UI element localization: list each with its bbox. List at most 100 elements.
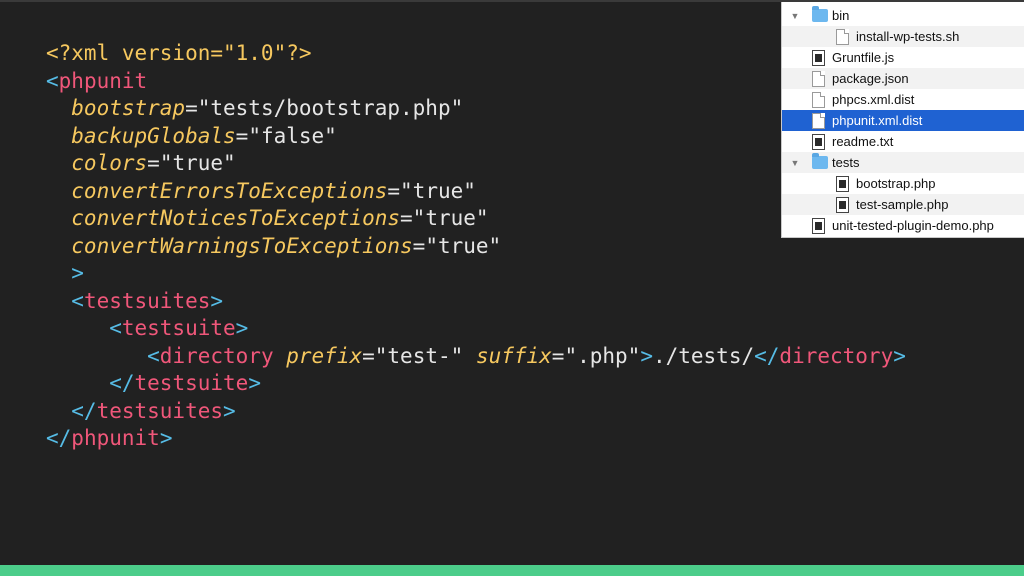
document-icon bbox=[812, 92, 825, 108]
code-token: testsuites bbox=[96, 398, 224, 423]
file-tree-panel: ▼ bin install-wp-tests.sh Gruntfile.js packa… bbox=[781, 2, 1024, 238]
code-token: testsuite bbox=[134, 371, 249, 395]
code-line: > bbox=[46, 260, 906, 288]
code-token: </ bbox=[754, 343, 780, 368]
file-tree-row[interactable]: ▼ tests bbox=[782, 152, 1024, 173]
code-token: < bbox=[46, 288, 84, 313]
code-token: ".php" bbox=[564, 343, 641, 368]
code-token: = bbox=[400, 206, 413, 230]
code-token: </ bbox=[46, 426, 72, 450]
document-icon bbox=[812, 71, 825, 87]
accent-bottom-bar bbox=[0, 565, 1024, 576]
code-token: testsuites bbox=[83, 288, 211, 313]
code-token: > bbox=[893, 343, 906, 368]
folder-icon bbox=[812, 153, 828, 169]
code-token: < bbox=[46, 343, 160, 368]
code-line: <directory prefix="test-" suffix=".php">… bbox=[46, 343, 906, 371]
disclosure-triangle-icon[interactable]: ▼ bbox=[790, 11, 800, 21]
document-icon bbox=[836, 29, 849, 45]
code-token: = bbox=[551, 343, 565, 368]
code-token: phpunit bbox=[58, 68, 148, 93]
file-tree-row[interactable]: unit-tested-plugin-demo.php bbox=[782, 215, 1024, 236]
code-token: directory bbox=[159, 343, 274, 368]
file-tree-row[interactable]: test-sample.php bbox=[782, 194, 1024, 215]
executable-icon bbox=[812, 50, 825, 66]
disclosure-triangle-icon[interactable]: ▼ bbox=[790, 158, 800, 168]
code-token: </ bbox=[46, 371, 135, 395]
file-tree-label: tests bbox=[832, 155, 860, 170]
code-token: phpunit bbox=[71, 426, 160, 450]
executable-icon bbox=[812, 134, 825, 150]
file-tree-label: phpunit.xml.dist bbox=[832, 113, 923, 128]
file-tree-label: test-sample.php bbox=[856, 197, 949, 212]
file-tree-label: readme.txt bbox=[832, 134, 894, 149]
code-token: > bbox=[223, 398, 236, 423]
file-tree-row[interactable]: phpcs.xml.dist bbox=[782, 89, 1024, 110]
code-line: colors="true" bbox=[46, 150, 906, 178]
code-token: ./tests/ bbox=[652, 343, 755, 368]
file-tree-row[interactable]: ▼ bin bbox=[782, 5, 1024, 26]
code-token: "true" bbox=[400, 178, 476, 203]
code-line: backupGlobals="false" bbox=[46, 123, 906, 151]
code-token: > bbox=[46, 261, 84, 285]
code-token: = bbox=[185, 96, 198, 120]
file-tree-row[interactable]: Gruntfile.js bbox=[782, 47, 1024, 68]
code-line: convertNoticesToExceptions="true" bbox=[46, 205, 906, 233]
code-token: convertWarningsToExceptions bbox=[46, 233, 413, 258]
code-token: directory bbox=[779, 343, 894, 368]
code-token: < bbox=[46, 316, 122, 340]
file-tree-label: package.json bbox=[832, 71, 909, 86]
code-token: > bbox=[248, 371, 261, 395]
code-token: = bbox=[412, 233, 426, 258]
executable-icon bbox=[812, 218, 825, 234]
file-tree-label: Gruntfile.js bbox=[832, 50, 895, 65]
code-line: <?xml version="1.0"?> bbox=[46, 40, 906, 68]
code-token: "true" bbox=[412, 206, 489, 230]
executable-icon bbox=[836, 176, 849, 192]
code-token: = bbox=[387, 178, 401, 203]
file-tree-row[interactable]: phpunit.xml.dist bbox=[782, 110, 1024, 131]
code-token: "false" bbox=[248, 123, 337, 148]
code-block: <?xml version="1.0"?> <phpunit bootstrap=… bbox=[46, 40, 906, 453]
code-token: suffix bbox=[475, 343, 552, 368]
file-tree-label: unit-tested-plugin-demo.php bbox=[832, 218, 994, 233]
file-tree-label: bootstrap.php bbox=[856, 176, 936, 191]
code-token: convertErrorsToExceptions bbox=[46, 178, 388, 203]
file-tree-row[interactable]: bootstrap.php bbox=[782, 173, 1024, 194]
code-token: prefix bbox=[286, 343, 363, 368]
file-tree-row[interactable]: readme.txt bbox=[782, 131, 1024, 152]
code-token: colors bbox=[46, 151, 148, 175]
code-token: convertNoticesToExceptions bbox=[46, 206, 401, 230]
code-line: convertErrorsToExceptions="true" bbox=[46, 178, 906, 206]
file-tree-label: phpcs.xml.dist bbox=[832, 92, 915, 107]
code-token: > bbox=[640, 343, 653, 368]
code-line: <testsuites> bbox=[46, 288, 906, 316]
executable-icon bbox=[836, 197, 849, 213]
file-tree-label: bin bbox=[832, 8, 850, 23]
code-line: bootstrap="tests/bootstrap.php" bbox=[46, 95, 906, 123]
code-token: < bbox=[46, 68, 59, 93]
code-token: bootstrap bbox=[46, 96, 186, 120]
code-token: "true" bbox=[159, 151, 236, 175]
code-token: <?xml version="1.0"?> bbox=[46, 41, 312, 65]
folder-icon bbox=[812, 6, 828, 22]
code-token: "test-" bbox=[374, 343, 464, 368]
code-line: <testsuite> bbox=[46, 315, 906, 343]
code-line: </phpunit> bbox=[46, 425, 906, 453]
code-token: </ bbox=[46, 398, 97, 423]
code-token: = bbox=[362, 343, 375, 368]
code-line: </testsuites> bbox=[46, 398, 906, 426]
code-token: = bbox=[235, 123, 249, 148]
code-line: </testsuite> bbox=[46, 370, 906, 398]
file-tree-row[interactable]: package.json bbox=[782, 68, 1024, 89]
code-token: > bbox=[159, 426, 173, 450]
code-line: <phpunit bbox=[46, 68, 906, 96]
code-token: "tests/bootstrap.php" bbox=[197, 96, 464, 120]
code-token: "true" bbox=[425, 233, 502, 258]
code-token: > bbox=[235, 316, 249, 340]
file-tree-row[interactable]: install-wp-tests.sh bbox=[782, 26, 1024, 47]
code-token: > bbox=[210, 288, 224, 313]
code-token: backupGlobals bbox=[46, 123, 236, 148]
